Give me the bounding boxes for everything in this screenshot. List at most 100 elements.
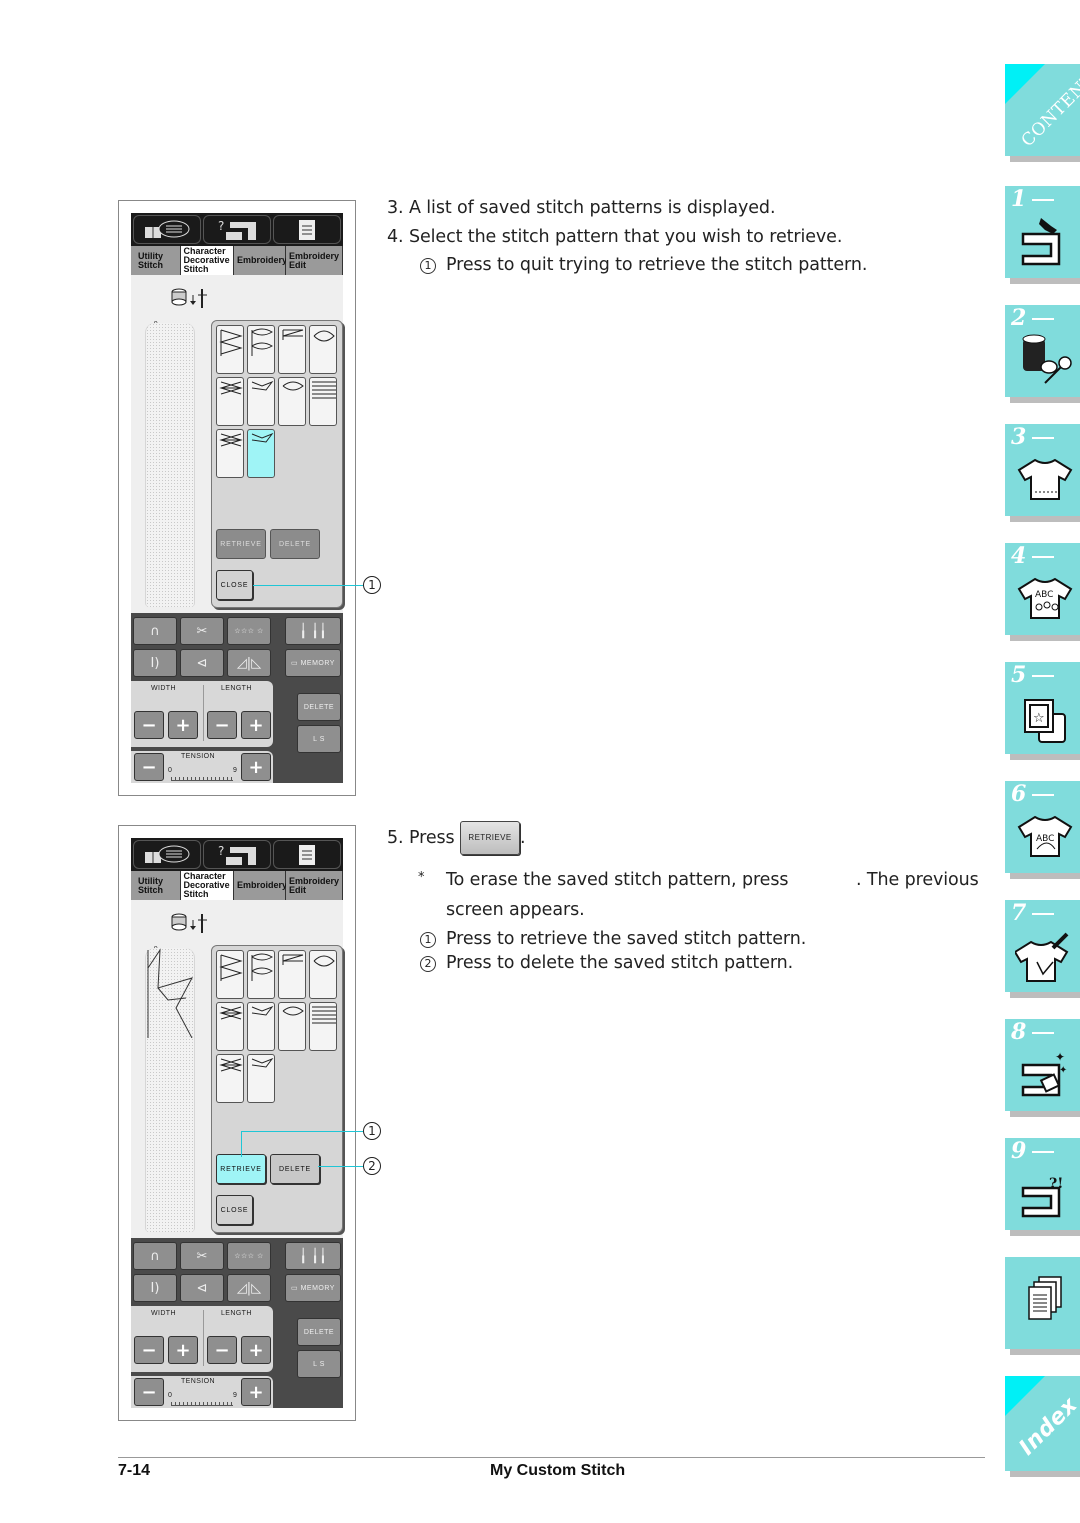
saved-pattern-10[interactable] bbox=[247, 1054, 275, 1103]
pocket-icon: ▭ bbox=[291, 660, 301, 667]
retrieve-button[interactable]: RETRIEVE bbox=[216, 1154, 266, 1184]
stitch-pattern-icon bbox=[282, 329, 304, 340]
side-tab-chapter-1[interactable]: 1 bbox=[1005, 186, 1080, 284]
close-button[interactable]: CLOSE bbox=[216, 570, 253, 600]
retrieve-button[interactable]: RETRIEVE bbox=[216, 529, 266, 559]
tab-embroidery[interactable]: Embroidery bbox=[233, 246, 287, 275]
tension-adjust: TENSION − 0 9 + bbox=[131, 751, 273, 783]
side-tab-chapter-2[interactable]: 2 bbox=[1005, 305, 1080, 403]
ls-button[interactable]: L S bbox=[297, 1350, 341, 1378]
memory-button[interactable]: ▭ MEMORY bbox=[285, 1274, 341, 1302]
saved-pattern-3[interactable] bbox=[278, 325, 306, 374]
tab-utility-stitch[interactable]: Utility Stitch bbox=[131, 246, 181, 275]
side-tab-chapter-6[interactable]: 6 ABC bbox=[1005, 781, 1080, 879]
delete-button[interactable]: DELETE bbox=[270, 1154, 320, 1184]
tension-plus-button[interactable]: + bbox=[241, 753, 271, 781]
width-plus-button[interactable]: + bbox=[168, 1336, 198, 1364]
stitch-pattern-icon bbox=[251, 1057, 274, 1068]
mirror-horizontal-button[interactable]: ◿|◺ bbox=[227, 649, 271, 677]
mirror-vertical-icon: ⊲ bbox=[196, 1280, 208, 1296]
ls-button[interactable]: L S bbox=[297, 725, 341, 753]
length-minus-button[interactable]: − bbox=[207, 1336, 237, 1364]
side-tab-chapter-8[interactable]: 8 ✦ ✦ bbox=[1005, 1019, 1080, 1117]
settings-list-button[interactable] bbox=[273, 840, 341, 869]
length-plus-button[interactable]: + bbox=[241, 711, 271, 739]
close-button[interactable]: CLOSE bbox=[216, 1195, 253, 1225]
length-label: LENGTH bbox=[221, 1310, 252, 1317]
tab-utility-stitch[interactable]: Utility Stitch bbox=[131, 871, 181, 900]
reverse-button[interactable]: ∩ bbox=[133, 617, 177, 645]
tab-embroidery-edit[interactable]: Embroidery Edit bbox=[285, 246, 343, 275]
saved-pattern-5[interactable] bbox=[216, 377, 244, 426]
elongation-button[interactable]: Ⅰ) bbox=[133, 649, 177, 677]
width-minus-button[interactable]: − bbox=[134, 1336, 164, 1364]
help-button[interactable]: ? bbox=[203, 840, 271, 869]
saved-pattern-1[interactable] bbox=[216, 950, 244, 999]
side-tab-contents[interactable]: CONTENTS bbox=[1005, 61, 1080, 162]
thread-cut-button[interactable]: ✂ bbox=[180, 617, 224, 645]
manual-button[interactable] bbox=[133, 840, 201, 869]
erase-note-line1: To erase the saved stitch pattern, press bbox=[446, 870, 789, 890]
saved-pattern-7[interactable] bbox=[278, 1002, 306, 1051]
mirror-vertical-button[interactable]: ⊲ bbox=[180, 649, 224, 677]
tab-character-decorative-stitch[interactable]: Character Decorative Stitch bbox=[180, 871, 234, 900]
scissors-icon: ✂ bbox=[196, 623, 208, 639]
saved-pattern-8[interactable] bbox=[309, 377, 337, 426]
tab-embroidery-edit[interactable]: Embroidery Edit bbox=[285, 871, 343, 900]
saved-pattern-7[interactable] bbox=[278, 377, 306, 426]
saved-pattern-9[interactable] bbox=[216, 429, 244, 478]
chapter-number: 8 bbox=[1011, 1019, 1055, 1045]
side-tab-pages[interactable] bbox=[1005, 1257, 1080, 1355]
tension-plus-button[interactable]: + bbox=[241, 1378, 271, 1406]
saved-pattern-2[interactable] bbox=[247, 950, 275, 999]
reverse-button[interactable]: ∩ bbox=[133, 1242, 177, 1270]
side-tab-chapter-7[interactable]: 7 bbox=[1005, 900, 1080, 998]
saved-pattern-9[interactable] bbox=[216, 1054, 244, 1103]
saved-pattern-6[interactable] bbox=[247, 377, 275, 426]
saved-pattern-4[interactable] bbox=[309, 950, 337, 999]
saved-pattern-6[interactable] bbox=[247, 1002, 275, 1051]
manual-button[interactable] bbox=[133, 215, 201, 244]
screenshot-pattern-list: ? Utility Stitch Character Decorative Stitc… bbox=[118, 200, 356, 796]
erase-note-line2: screen appears. bbox=[446, 900, 585, 920]
delete-stitch-button[interactable]: DELETE bbox=[297, 1318, 341, 1346]
length-minus-button[interactable]: − bbox=[207, 711, 237, 739]
tab-corner bbox=[1005, 64, 1045, 104]
side-tab-index[interactable]: Index bbox=[1005, 1376, 1080, 1477]
needle-mode-button[interactable]: ╽ ╽╽ bbox=[285, 617, 341, 645]
stitch-count-button[interactable]: ☆☆☆ ☆ bbox=[227, 1242, 271, 1270]
tab-character-decorative-stitch[interactable]: Character Decorative Stitch bbox=[180, 246, 234, 275]
tab-embroidery[interactable]: Embroidery bbox=[233, 871, 287, 900]
saved-pattern-1[interactable] bbox=[216, 325, 244, 374]
saved-pattern-5[interactable] bbox=[216, 1002, 244, 1051]
tension-minus-button[interactable]: − bbox=[134, 1378, 164, 1406]
stitch-count-button[interactable]: ☆☆☆ ☆ bbox=[227, 617, 271, 645]
saved-pattern-8[interactable] bbox=[309, 1002, 337, 1051]
delete-button[interactable]: DELETE bbox=[270, 529, 320, 559]
help-button[interactable]: ? bbox=[203, 215, 271, 244]
needle-mode-button[interactable]: ╽ ╽╽ bbox=[285, 1242, 341, 1270]
length-plus-button[interactable]: + bbox=[241, 1336, 271, 1364]
thread-cut-button[interactable]: ✂ bbox=[180, 1242, 224, 1270]
tension-minus-button[interactable]: − bbox=[134, 753, 164, 781]
side-tab-chapter-4[interactable]: 4 ABC bbox=[1005, 543, 1080, 641]
saved-pattern-3[interactable] bbox=[278, 950, 306, 999]
svg-text:?: ? bbox=[218, 219, 224, 233]
elongation-button[interactable]: Ⅰ) bbox=[133, 1274, 177, 1302]
width-plus-button[interactable]: + bbox=[168, 711, 198, 739]
width-minus-button[interactable]: − bbox=[134, 711, 164, 739]
saved-pattern-2[interactable] bbox=[247, 325, 275, 374]
settings-list-button[interactable] bbox=[273, 215, 341, 244]
elongate-icon: Ⅰ) bbox=[150, 1280, 160, 1296]
saved-pattern-10[interactable] bbox=[247, 429, 275, 478]
mirror-vertical-button[interactable]: ⊲ bbox=[180, 1274, 224, 1302]
side-tab-chapter-9[interactable]: 9 ?! bbox=[1005, 1138, 1080, 1236]
side-tab-chapter-5[interactable]: 5 ☆ bbox=[1005, 662, 1080, 760]
saved-pattern-grid bbox=[216, 325, 337, 478]
mirror-horizontal-icon: ◿|◺ bbox=[236, 1280, 262, 1296]
saved-pattern-4[interactable] bbox=[309, 325, 337, 374]
mirror-horizontal-button[interactable]: ◿|◺ bbox=[227, 1274, 271, 1302]
memory-button[interactable]: ▭ MEMORY bbox=[285, 649, 341, 677]
delete-stitch-button[interactable]: DELETE bbox=[297, 693, 341, 721]
side-tab-chapter-3[interactable]: 3 bbox=[1005, 424, 1080, 522]
